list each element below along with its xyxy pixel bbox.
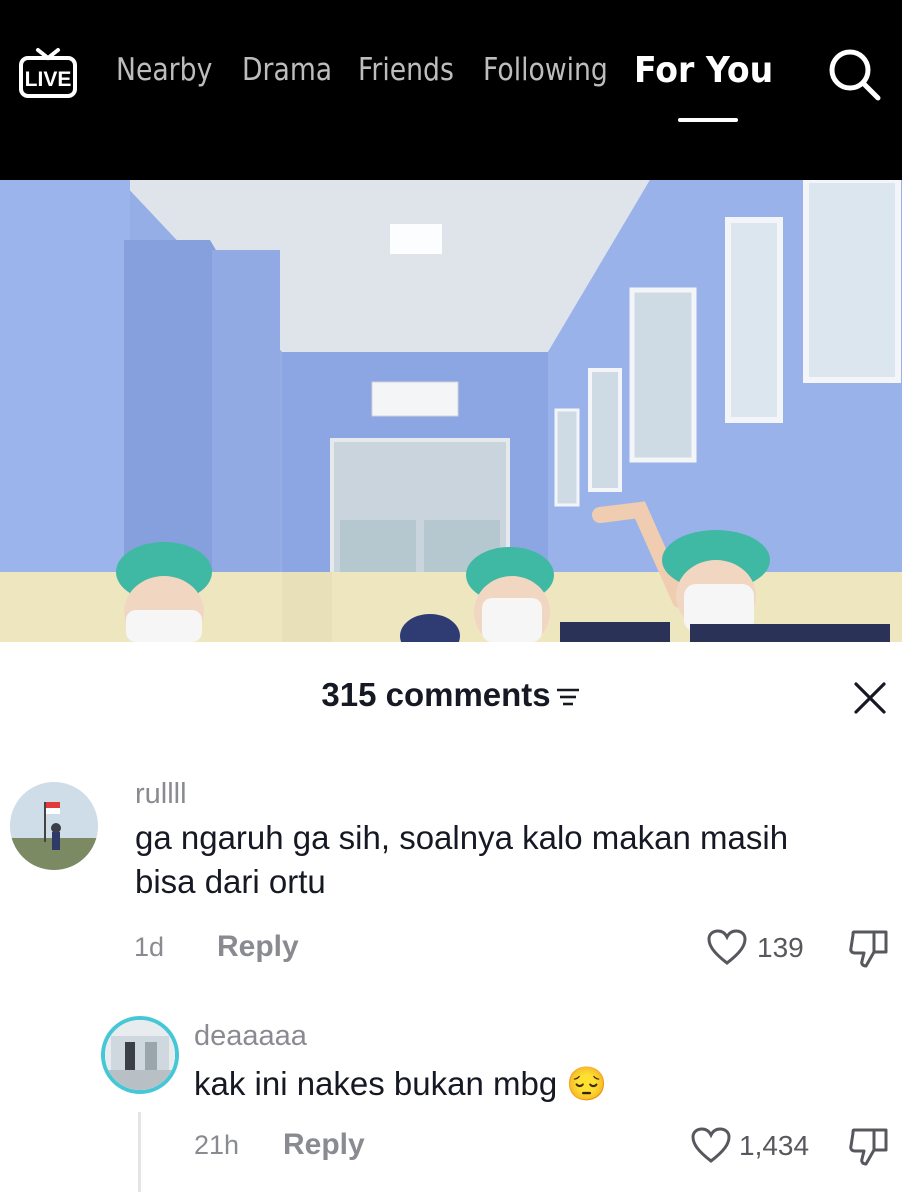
pensive-face-emoji: 😔: [566, 1065, 608, 1102]
reply-text: kak ini nakes bukan mbg 😔: [194, 1062, 834, 1106]
comment-text: ga ngaruh ga sih, soalnya kalo makan mas…: [135, 819, 789, 900]
comments-count-title: 315 comments: [321, 676, 551, 713]
sort-icon[interactable]: [555, 686, 581, 708]
search-icon[interactable]: [826, 46, 884, 104]
reply-time: 21h: [194, 1130, 240, 1160]
heart-icon[interactable]: [706, 928, 748, 966]
active-tab-indicator: [678, 118, 738, 122]
comments-panel: 315 comments rullll ga ngaruh ga sih, so…: [0, 642, 902, 1200]
live-label: LIVE: [25, 68, 72, 91]
tab-for-you[interactable]: For You: [634, 50, 773, 91]
reply-username[interactable]: deaaaaa: [194, 1020, 307, 1053]
comment-time: 1d: [134, 932, 165, 962]
dislike-icon[interactable]: [848, 928, 890, 970]
comments-header: 315 comments: [0, 676, 902, 714]
comment-username[interactable]: rullll: [135, 778, 187, 811]
close-icon[interactable]: [852, 680, 888, 716]
reply-button[interactable]: Reply: [217, 930, 299, 964]
video-player[interactable]: [0, 180, 902, 642]
like-count: 139: [757, 932, 804, 963]
heart-icon[interactable]: [690, 1126, 732, 1164]
tab-drama[interactable]: Drama: [242, 52, 332, 88]
avatar[interactable]: [101, 1016, 179, 1094]
video-frame-image: [0, 180, 902, 642]
avatar-image: [10, 782, 98, 870]
dislike-icon[interactable]: [848, 1126, 890, 1168]
tab-nearby[interactable]: Nearby: [116, 52, 212, 88]
tab-following[interactable]: Following: [483, 52, 608, 88]
avatar[interactable]: [10, 782, 98, 870]
thread-line: [138, 1112, 141, 1192]
tab-friends[interactable]: Friends: [358, 52, 454, 88]
reply-text-body: kak ini nakes bukan mbg: [194, 1065, 558, 1102]
live-tv-icon[interactable]: LIVE: [18, 44, 78, 100]
like-count: 1,434: [739, 1130, 810, 1161]
top-navigation-bar: LIVE Nearby Drama Friends Following For …: [0, 0, 902, 180]
reply-button[interactable]: Reply: [283, 1128, 365, 1162]
avatar-image: [105, 1020, 175, 1090]
